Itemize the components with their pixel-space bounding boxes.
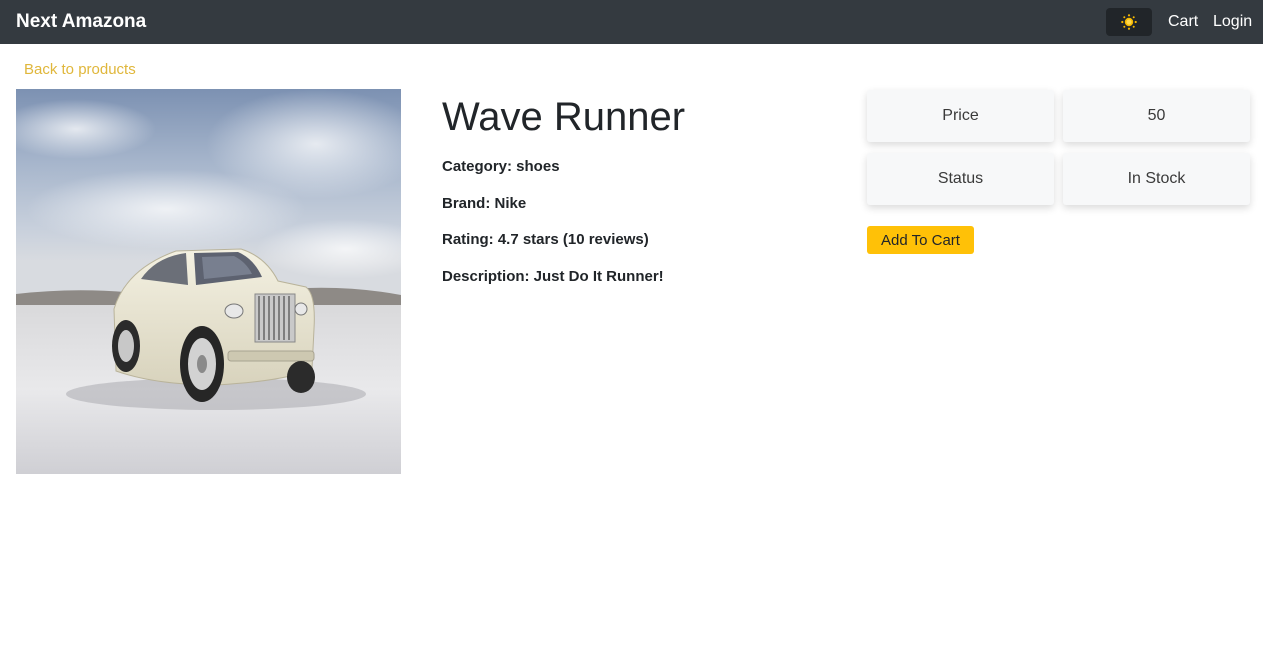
status-label-cell: Status: [867, 153, 1054, 205]
nav-cart-link[interactable]: Cart: [1168, 12, 1198, 32]
top-navbar: Next Amazona Cart Login: [0, 0, 1263, 44]
theme-toggle-button[interactable]: [1106, 8, 1152, 36]
back-to-products-link[interactable]: Back to products: [24, 61, 136, 79]
status-value-cell: In Stock: [1063, 153, 1250, 205]
product-description: Description: Just Do It Runner!: [442, 268, 664, 285]
product-brand: Brand: Nike: [442, 195, 527, 212]
price-value-cell: 50: [1063, 90, 1250, 142]
product-category: Category: shoes: [442, 158, 560, 175]
sun-icon: [1121, 14, 1137, 30]
product-rating: Rating: 4.7 stars (10 reviews): [442, 231, 649, 248]
add-to-cart-button[interactable]: Add To Cart: [867, 226, 974, 254]
nav-login-link[interactable]: Login: [1213, 12, 1252, 32]
brand-logo-link[interactable]: Next Amazona: [16, 10, 146, 34]
product-image: [16, 89, 401, 474]
product-details: Wave Runner Category: shoes Brand: Nike …: [442, 94, 842, 285]
price-label-cell: Price: [867, 90, 1054, 142]
product-title: Wave Runner: [442, 95, 686, 139]
